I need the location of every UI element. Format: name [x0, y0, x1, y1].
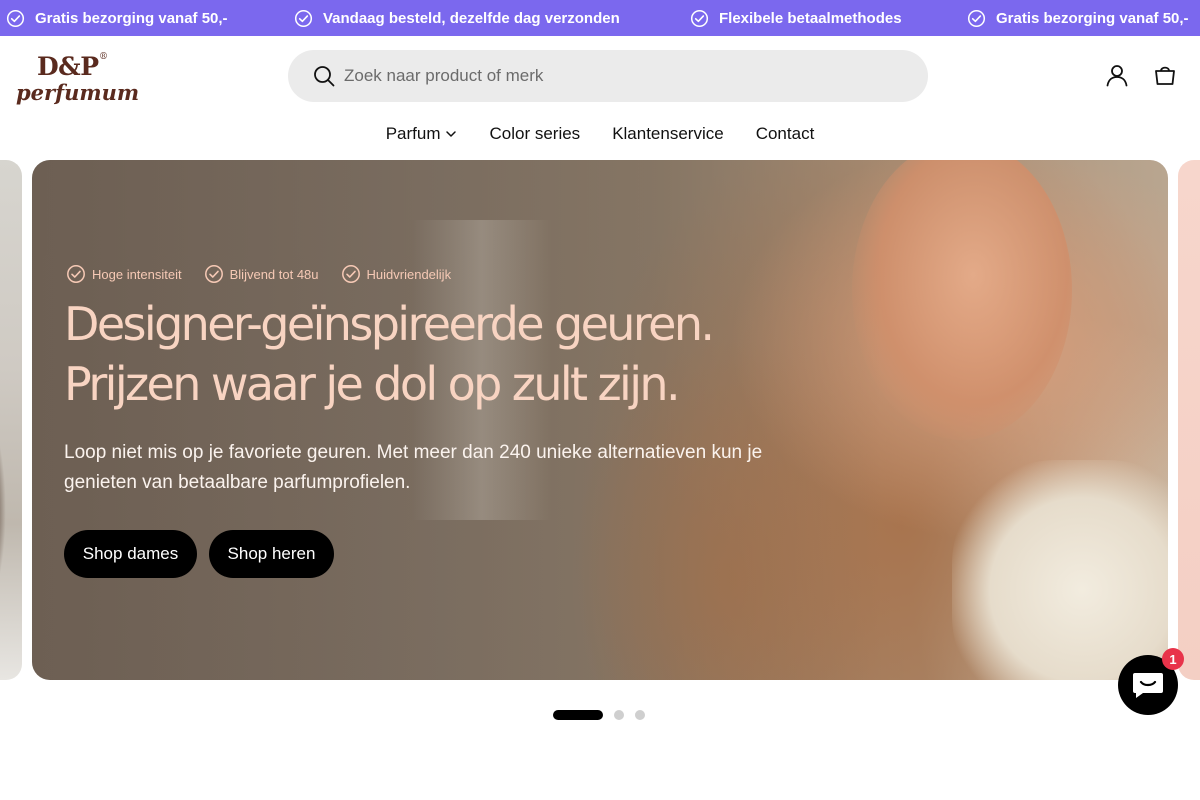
- next-slide-peek[interactable]: [1178, 160, 1200, 680]
- check-circle-icon: [341, 265, 360, 283]
- check-circle-icon: [6, 9, 25, 27]
- nav-item-parfum[interactable]: Parfum: [386, 118, 458, 150]
- slider-dot[interactable]: [614, 710, 624, 720]
- check-circle-icon: [67, 265, 85, 283]
- announcement-item: Vandaag besteld, dezelfde dag verzonden: [294, 0, 620, 36]
- nav-item-label: Contact: [755, 124, 815, 143]
- bag-icon: [1155, 66, 1175, 85]
- announcement-text: Flexibele betaalmethodes: [719, 9, 902, 27]
- hero-badges: Hoge intensiteit Blijvend tot 48u Huidvr…: [66, 264, 451, 284]
- hero-badge-label: Blijvend tot 48u: [229, 266, 319, 282]
- search-icon[interactable]: [312, 64, 336, 88]
- shop-dames-button[interactable]: Shop dames: [64, 530, 197, 578]
- announcement-item: Gratis bezorging vanaf 50,-: [967, 0, 1189, 36]
- hero-badge: Hoge intensiteit: [66, 264, 182, 284]
- account-button[interactable]: [1104, 62, 1130, 88]
- announcement-text: Gratis bezorging vanaf 50,-: [996, 9, 1189, 27]
- shop-heren-button[interactable]: Shop heren: [209, 530, 334, 578]
- hero-badge-label: Hoge intensiteit: [92, 266, 182, 282]
- nav-item-label: Parfum: [385, 124, 441, 143]
- main-nav: Parfum Color series Klantenservice Conta…: [0, 118, 1200, 150]
- chevron-down-icon: [446, 131, 457, 137]
- check-circle-icon: [690, 9, 709, 27]
- announcement-text: Gratis bezorging vanaf 50,-: [35, 9, 228, 27]
- nav-item-klantenservice[interactable]: Klantenservice: [612, 118, 724, 150]
- slider-dot[interactable]: [553, 710, 603, 720]
- announcement-bar: Gratis bezorging vanaf 50,- Vandaag best…: [0, 0, 1200, 36]
- chat-bubble-icon: [1133, 673, 1163, 698]
- nav-item-color-series[interactable]: Color series: [489, 118, 580, 150]
- check-circle-icon: [204, 265, 223, 283]
- nav-item-label: Color series: [489, 124, 581, 143]
- announcement-text: Vandaag besteld, dezelfde dag verzonden: [323, 9, 620, 27]
- slider-dot[interactable]: [635, 710, 645, 720]
- nav-item-contact[interactable]: Contact: [756, 118, 815, 150]
- chat-unread-badge: 1: [1162, 648, 1184, 670]
- logo-bottom-text: perfumum: [16, 80, 140, 105]
- hero-badge: Blijvend tot 48u: [204, 264, 319, 284]
- logo-registered-mark: ®: [99, 52, 108, 62]
- hero-badge: Huidvriendelijk: [341, 264, 452, 284]
- check-circle-icon: [294, 9, 313, 27]
- cart-button[interactable]: [1152, 62, 1178, 88]
- hero-description: Loop niet mis op je favoriete geuren. Me…: [64, 442, 763, 493]
- search-bar[interactable]: [288, 50, 928, 102]
- search-input[interactable]: [344, 60, 904, 92]
- hero-badge-label: Huidvriendelijk: [366, 266, 452, 282]
- announcement-item: Flexibele betaalmethodes: [690, 0, 902, 36]
- slider-pagination: [553, 710, 645, 720]
- logo-top-text: D&P: [37, 52, 99, 81]
- site-logo[interactable]: D&P ® perfumum: [16, 52, 139, 108]
- hero-title: Designer-geïnspireerde geuren. Prijzen w…: [64, 297, 715, 411]
- announcement-item: Gratis bezorging vanaf 50,-: [6, 0, 228, 36]
- previous-slide-peek[interactable]: [0, 160, 22, 680]
- hero-overlay: [32, 160, 1168, 680]
- check-circle-icon: [967, 9, 986, 27]
- nav-item-label: Klantenservice: [612, 124, 724, 143]
- hero-slide: Hoge intensiteit Blijvend tot 48u Huidvr…: [32, 160, 1168, 680]
- user-icon: [1106, 65, 1128, 87]
